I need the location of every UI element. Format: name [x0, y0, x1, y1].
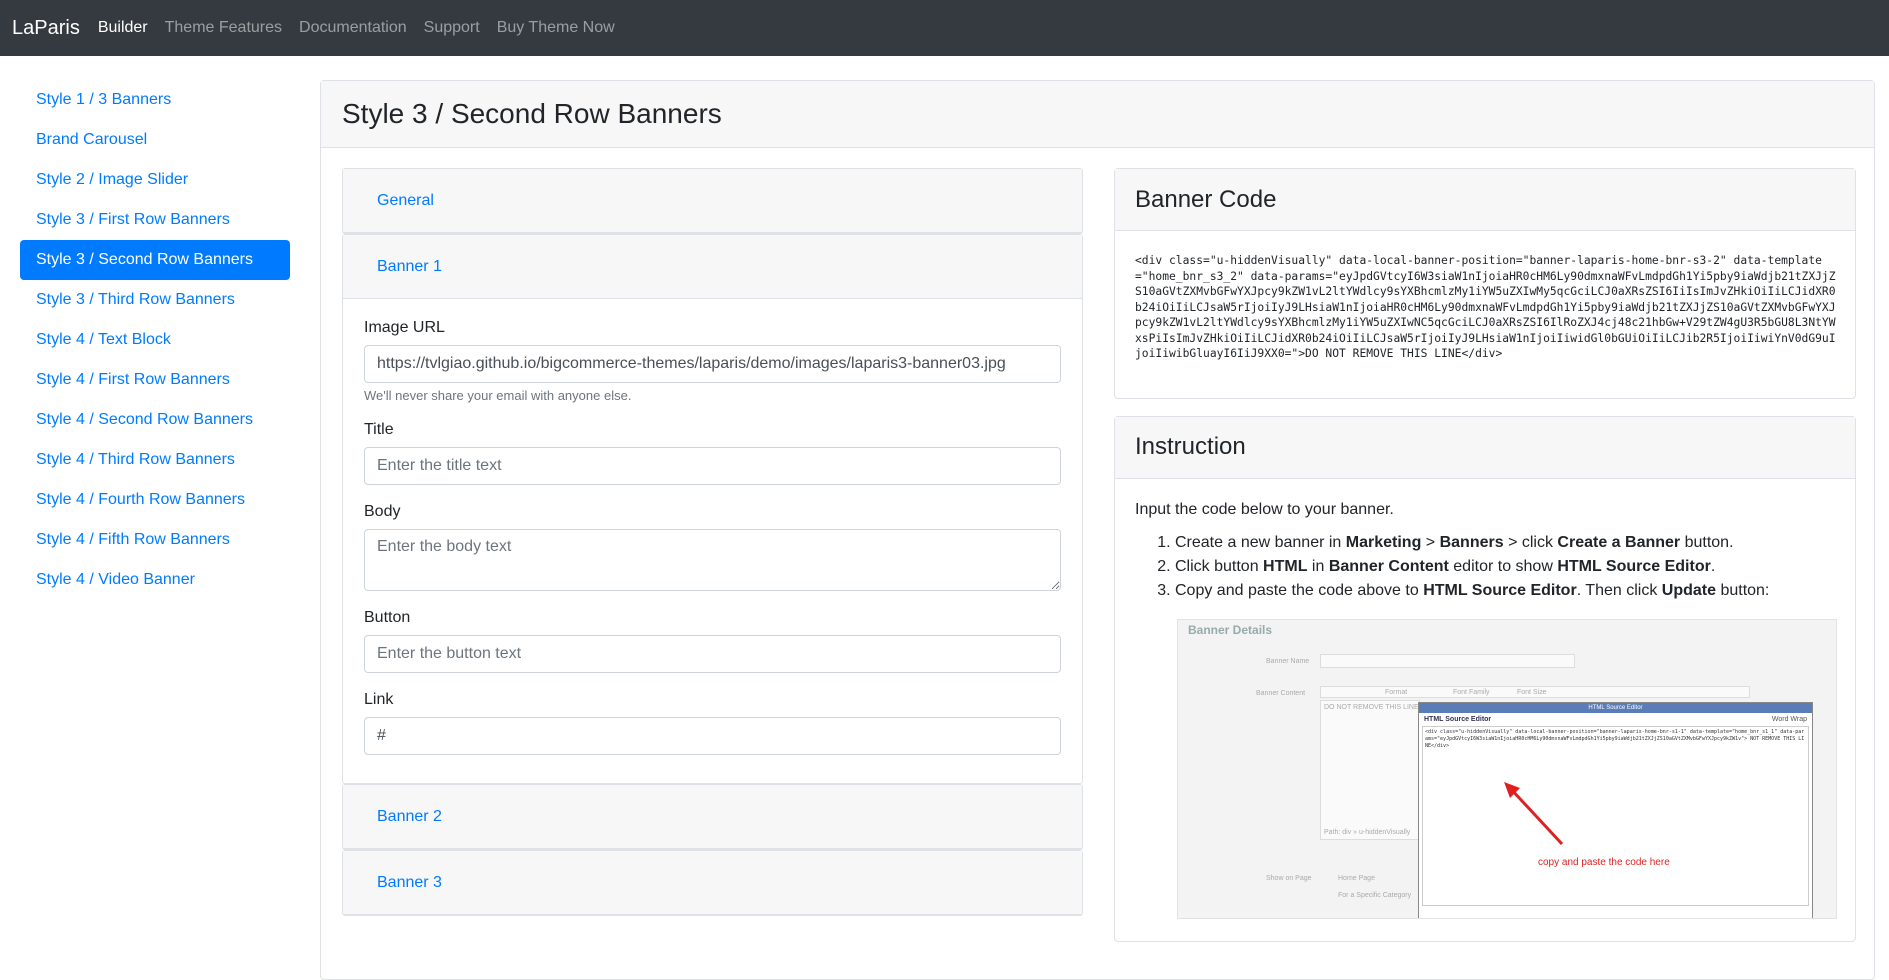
nav-builder[interactable]: Builder	[98, 19, 148, 37]
title-label: Title	[364, 421, 394, 438]
banner-1-form: Image URL We'll never share your email w…	[343, 299, 1082, 783]
screenshot-editor-title: HTML Source Editor Word Wrap	[1424, 715, 1807, 723]
body-label: Body	[364, 503, 401, 520]
screenshot-banner-name-label: Banner Name	[1266, 657, 1310, 665]
main-card: Style 3 / Second Row Banners General Ban…	[320, 80, 1875, 980]
nav-buy-theme[interactable]: Buy Theme Now	[497, 19, 615, 37]
screenshot-content-area: DO NOT REMOVE THIS LINE Path: div » u-hi…	[1320, 699, 1420, 840]
sidebar-item-style4-second-row[interactable]: Style 4 / Second Row Banners	[20, 400, 290, 440]
instruction-screenshot: Banner Details Banner Name Banner Conten…	[1177, 618, 1837, 919]
sidebar-item-style3-third-row[interactable]: Style 3 / Third Row Banners	[20, 280, 290, 320]
sidebar-item-style2-image-slider[interactable]: Style 2 / Image Slider	[20, 160, 290, 200]
accordion-banner-3: Banner 3	[342, 850, 1083, 916]
button-label: Button	[364, 609, 411, 626]
sidebar-item-style4-text-block[interactable]: Style 4 / Text Block	[20, 320, 290, 360]
screenshot-toolbar: Format Font Family Font Size	[1320, 685, 1750, 698]
accordion-header-banner-1[interactable]: Banner 1	[343, 235, 1082, 299]
sidebar-item-style4-first-row[interactable]: Style 4 / First Row Banners	[20, 360, 290, 400]
image-url-input[interactable]	[364, 345, 1061, 383]
instruction-steps: Create a new banner in Marketing > Banne…	[1175, 531, 1835, 603]
instruction-body: Input the code below to your banner. Cre…	[1115, 479, 1855, 941]
accordion-header-banner-2[interactable]: Banner 2	[343, 785, 1082, 849]
sidebar-item-style4-video-banner[interactable]: Style 4 / Video Banner	[20, 560, 290, 600]
sidebar-item-style3-first-row[interactable]: Style 3 / First Row Banners	[20, 200, 290, 240]
link-input[interactable]	[364, 717, 1061, 755]
banner-code-title: Banner Code	[1135, 185, 1277, 213]
screenshot-editor-bar: HTML Source Editor	[1419, 702, 1812, 713]
nav-theme-features[interactable]: Theme Features	[165, 19, 282, 37]
sidebar-item-brand-carousel[interactable]: Brand Carousel	[20, 120, 290, 160]
instruction-step-3: Copy and paste the code above to HTML So…	[1175, 579, 1835, 603]
screenshot-specific-category-label: For a Specific Category	[1338, 891, 1412, 899]
screenshot-html-source-editor: HTML Source Editor HTML Source Editor Wor…	[1418, 701, 1813, 918]
main-header: Style 3 / Second Row Banners	[321, 81, 1874, 148]
screenshot-note: copy and paste the code here	[1538, 856, 1670, 868]
link-label: Link	[364, 691, 394, 708]
banner-code-block[interactable]: <div class="u-hiddenVisually" data-local…	[1115, 231, 1855, 398]
image-url-help: We'll never share your email with anyone…	[364, 388, 632, 403]
accordion-header-banner-3[interactable]: Banner 3	[343, 851, 1082, 915]
accordion-banner-2: Banner 2	[342, 784, 1083, 850]
sidebar-item-style4-fourth-row[interactable]: Style 4 / Fourth Row Banners	[20, 480, 290, 520]
screenshot-editor-code: <div class="u-hiddenVisually" data-local…	[1422, 725, 1809, 906]
screenshot-title: Banner Details	[1188, 622, 1273, 637]
right-column: Banner Code <div class="u-hiddenVisually…	[1114, 168, 1856, 959]
screenshot-banner-name-field	[1320, 653, 1575, 668]
accordion-banner-1: Banner 1 Image URL We'll never share you…	[342, 234, 1083, 784]
banner-accordion: General Banner 1 Image URL We'll never s…	[342, 168, 1083, 916]
accordion-general: General	[342, 168, 1083, 234]
nav-support[interactable]: Support	[424, 19, 480, 37]
instruction-card: Instruction Input the code below to your…	[1114, 415, 1856, 942]
banner-code-card: Banner Code <div class="u-hiddenVisually…	[1114, 168, 1856, 399]
instruction-header: Instruction	[1115, 416, 1855, 479]
button-text-input[interactable]	[364, 635, 1061, 673]
instruction-step-2: Click button HTML in Banner Content edit…	[1175, 555, 1835, 579]
instruction-title: Instruction	[1135, 433, 1246, 460]
red-arrow-icon	[1504, 781, 1564, 845]
image-url-label: Image URL	[364, 319, 445, 336]
nav-documentation[interactable]: Documentation	[299, 19, 407, 37]
screenshot-home-page-label: Home Page	[1338, 874, 1375, 882]
title-input[interactable]	[364, 447, 1061, 485]
sidebar-item-style1-3-banners[interactable]: Style 1 / 3 Banners	[20, 80, 290, 120]
sidebar: Style 1 / 3 Banners Brand Carousel Style…	[20, 80, 290, 600]
banner-code-header: Banner Code	[1115, 169, 1855, 231]
screenshot-banner-content-label: Banner Content	[1256, 689, 1306, 697]
screenshot-show-on-page-label: Show on Page	[1266, 874, 1312, 882]
brand-logo[interactable]: LaParis	[12, 17, 80, 40]
sidebar-item-style4-third-row[interactable]: Style 4 / Third Row Banners	[20, 440, 290, 480]
accordion-header-general[interactable]: General	[343, 169, 1082, 233]
sidebar-item-style4-fifth-row[interactable]: Style 4 / Fifth Row Banners	[20, 520, 290, 560]
instruction-step-1: Create a new banner in Marketing > Banne…	[1175, 531, 1835, 555]
sidebar-item-style3-second-row[interactable]: Style 3 / Second Row Banners	[20, 240, 290, 280]
body-textarea[interactable]	[364, 529, 1061, 591]
instruction-intro: Input the code below to your banner.	[1135, 500, 1394, 518]
page-title: Style 3 / Second Row Banners	[342, 98, 722, 129]
top-navbar: LaParis Builder Theme Features Documenta…	[0, 0, 1889, 56]
